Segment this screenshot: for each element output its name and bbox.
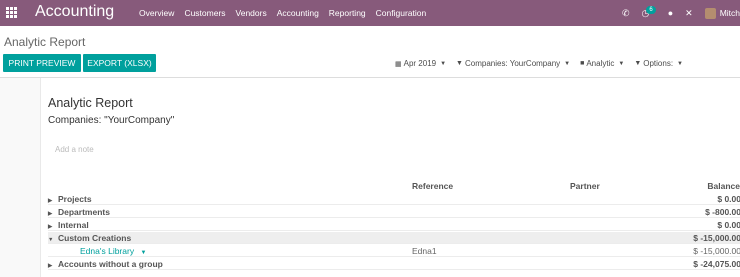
row-balance: $ -15,000.00 bbox=[693, 233, 740, 243]
companies-filter-label: Companies: YourCompany bbox=[464, 59, 561, 68]
row-label: Projects bbox=[58, 194, 92, 204]
export-xlsx-button[interactable]: EXPORT (XLSX) bbox=[83, 54, 156, 72]
column-header-balance: Balance bbox=[707, 181, 740, 191]
folder-icon: ■ bbox=[580, 60, 585, 67]
caret-right-icon: ▶ bbox=[48, 224, 53, 230]
table-row-expanded[interactable]: ▼ Custom Creations $ -15,000.00 bbox=[48, 232, 740, 244]
caret-down-icon: ▼ bbox=[48, 237, 54, 243]
row-label: Custom Creations bbox=[58, 233, 132, 243]
app-brand[interactable]: Accounting bbox=[35, 3, 114, 21]
phone-icon[interactable]: ✆ bbox=[622, 8, 630, 19]
menu-item-vendors[interactable]: Vendors bbox=[236, 8, 267, 18]
analytic-filter-label: Analytic bbox=[586, 59, 615, 68]
caret-down-icon: ▼ bbox=[564, 60, 571, 67]
row-balance: $ 0.00 bbox=[717, 220, 740, 230]
caret-down-icon: ▼ bbox=[618, 60, 625, 67]
report-content: Analytic Report Companies: "YourCompany"… bbox=[0, 78, 740, 277]
row-balance: $ -800.00 bbox=[705, 207, 740, 217]
options-filter[interactable]: ▼ Options: ▼ bbox=[634, 59, 683, 68]
chat-icon[interactable]: ● bbox=[668, 8, 673, 18]
close-icon[interactable]: ✕ bbox=[685, 8, 693, 19]
analytic-filter[interactable]: ■ Analytic ▼ bbox=[580, 59, 624, 68]
column-header-partner: Partner bbox=[570, 181, 600, 191]
control-panel: Analytic Report PRINT PREVIEW EXPORT (XL… bbox=[0, 26, 740, 78]
top-navbar: Accounting Overview Customers Vendors Ac… bbox=[0, 0, 740, 26]
calendar-icon: ▦ bbox=[395, 60, 402, 68]
table-row[interactable]: ▶ Projects $ 0.00 bbox=[48, 193, 740, 205]
row-label: Accounts without a group bbox=[58, 259, 163, 269]
report-sheet: Analytic Report Companies: "YourCompany"… bbox=[40, 78, 740, 277]
caret-down-icon: ▼ bbox=[140, 250, 147, 256]
table-row[interactable]: ▶ Internal $ 0.00 bbox=[48, 219, 740, 231]
apps-menu-icon[interactable] bbox=[6, 7, 17, 18]
report-title: Analytic Report bbox=[48, 96, 133, 110]
user-name[interactable]: Mitch bbox=[720, 8, 740, 18]
row-label: Edna's Library bbox=[80, 246, 135, 256]
options-filter-label: Options: bbox=[643, 59, 674, 68]
menu-item-accounting[interactable]: Accounting bbox=[277, 8, 319, 18]
filter-icon: ▼ bbox=[456, 60, 463, 67]
report-filters: ▦ Apr 2019 ▼ ▼ Companies: YourCompany ▼ … bbox=[395, 59, 693, 68]
row-reference: Edna1 bbox=[412, 246, 437, 256]
menu-item-reporting[interactable]: Reporting bbox=[329, 8, 366, 18]
row-label: Internal bbox=[58, 220, 89, 230]
caret-right-icon: ▶ bbox=[48, 263, 53, 269]
row-balance: $ 0.00 bbox=[717, 194, 740, 204]
table-row-child[interactable]: Edna's Library ▼ Edna1 $ -15,000.00 bbox=[48, 245, 740, 257]
breadcrumb: Analytic Report bbox=[4, 35, 86, 49]
activity-badge: 6 bbox=[646, 6, 656, 14]
menu-item-configuration[interactable]: Configuration bbox=[376, 8, 427, 18]
column-header-reference: Reference bbox=[412, 181, 454, 191]
print-preview-button[interactable]: PRINT PREVIEW bbox=[3, 54, 81, 72]
child-row-link[interactable]: Edna's Library ▼ bbox=[80, 246, 146, 256]
row-balance: $ -24,075.00 bbox=[693, 259, 740, 269]
filter-icon: ▼ bbox=[634, 60, 642, 67]
date-filter[interactable]: ▦ Apr 2019 ▼ bbox=[395, 59, 446, 68]
table-row[interactable]: ▶ Accounts without a group $ -24,075.00 bbox=[48, 258, 740, 270]
companies-filter[interactable]: ▼ Companies: YourCompany ▼ bbox=[456, 59, 570, 68]
main-menu: Overview Customers Vendors Accounting Re… bbox=[139, 8, 436, 18]
caret-right-icon: ▶ bbox=[48, 198, 53, 204]
row-label: Departments bbox=[58, 207, 110, 217]
avatar[interactable] bbox=[704, 7, 716, 19]
row-balance: $ -15,000.00 bbox=[693, 246, 740, 256]
activity-icon[interactable]: ◷ 6 bbox=[642, 6, 656, 19]
caret-down-icon: ▼ bbox=[677, 60, 683, 67]
add-note-field[interactable]: Add a note bbox=[55, 145, 94, 154]
caret-right-icon: ▶ bbox=[48, 211, 53, 217]
report-subtitle: Companies: "YourCompany" bbox=[48, 115, 175, 126]
date-filter-label: Apr 2019 bbox=[403, 59, 437, 68]
systray: ✆ ◷ 6 ● ✕ Mitch bbox=[610, 5, 740, 21]
table-row[interactable]: ▶ Departments $ -800.00 bbox=[48, 206, 740, 218]
menu-item-customers[interactable]: Customers bbox=[184, 8, 225, 18]
menu-item-overview[interactable]: Overview bbox=[139, 8, 174, 18]
caret-down-icon: ▼ bbox=[440, 60, 447, 67]
